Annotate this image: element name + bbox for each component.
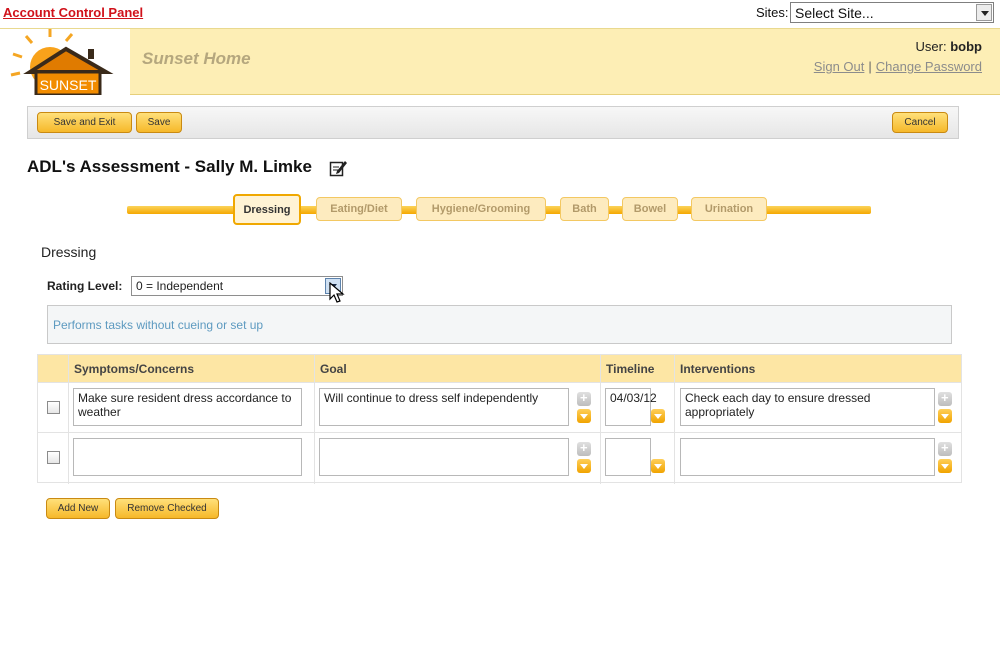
- tab-bath[interactable]: Bath: [560, 197, 609, 221]
- add-intervention-icon[interactable]: [938, 390, 952, 406]
- rating-level-label: Rating Level:: [47, 279, 123, 293]
- mouse-cursor-icon: [329, 282, 345, 303]
- chevron-down-icon[interactable]: [976, 4, 992, 21]
- intervention-dropdown-icon[interactable]: [938, 409, 952, 423]
- intervention-dropdown-icon[interactable]: [938, 459, 952, 473]
- table-header: Symptoms/Concerns Goal Timeline Interven…: [38, 355, 961, 382]
- row-checkbox[interactable]: [47, 451, 60, 464]
- goal-dropdown-icon[interactable]: [577, 409, 591, 423]
- add-intervention-icon[interactable]: [938, 440, 952, 456]
- row-checkbox[interactable]: [47, 401, 60, 414]
- header-timeline: Timeline: [606, 362, 655, 376]
- add-goal-icon[interactable]: [577, 440, 591, 456]
- user-info: User: bobp: [916, 39, 982, 54]
- goal-dropdown-icon[interactable]: [577, 459, 591, 473]
- goal-field[interactable]: [319, 438, 569, 476]
- action-toolbar: Save and Exit Save Cancel: [27, 106, 959, 139]
- section-title: Dressing: [41, 244, 97, 260]
- interventions-field[interactable]: Check each day to ensure dressed appropr…: [680, 388, 935, 426]
- timeline-field[interactable]: 04/03/12: [605, 388, 657, 426]
- remove-checked-button[interactable]: Remove Checked: [115, 498, 219, 519]
- sites-label: Sites:: [756, 5, 789, 20]
- add-new-button[interactable]: Add New: [46, 498, 110, 519]
- top-bar: Account Control Panel Sites: Select Site…: [0, 0, 1000, 28]
- header-banner: SUNSET Sunset Home User: bobp Sign Out | C…: [0, 28, 1000, 97]
- logo-text: SUNSET: [40, 77, 97, 93]
- date-picker-icon[interactable]: [651, 459, 665, 473]
- table-row: [38, 432, 961, 482]
- tab-urination[interactable]: Urination: [691, 197, 767, 221]
- header-symptoms: Symptoms/Concerns: [74, 362, 195, 376]
- symptoms-field[interactable]: [73, 438, 302, 476]
- save-button[interactable]: Save: [136, 112, 182, 133]
- tab-hygiene-grooming[interactable]: Hygiene/Grooming: [416, 197, 546, 221]
- page-title: ADL's Assessment - Sally M. Limke: [27, 157, 312, 176]
- add-goal-icon[interactable]: [577, 390, 591, 406]
- tab-bowel[interactable]: Bowel: [622, 197, 678, 221]
- cancel-button[interactable]: Cancel: [892, 112, 948, 133]
- rating-level-select[interactable]: 0 = Independent: [131, 276, 343, 296]
- sun-house-icon: SUNSET: [10, 29, 114, 97]
- table-row: Make sure resident dress accordance to w…: [38, 382, 961, 432]
- symptoms-field[interactable]: Make sure resident dress accordance to w…: [73, 388, 302, 426]
- assessment-table: Symptoms/Concerns Goal Timeline Interven…: [37, 354, 962, 484]
- save-and-exit-button[interactable]: Save and Exit: [37, 112, 132, 133]
- sunset-logo: SUNSET: [0, 29, 130, 97]
- date-picker-icon[interactable]: [651, 409, 665, 423]
- sign-out-link[interactable]: Sign Out: [814, 59, 865, 74]
- user-links: Sign Out | Change Password: [814, 59, 982, 74]
- sites-select-value: Select Site...: [795, 5, 874, 21]
- tab-dressing[interactable]: Dressing: [233, 194, 301, 225]
- app-name: Sunset Home: [142, 49, 251, 68]
- user-label: User:: [915, 39, 947, 54]
- link-separator: |: [868, 59, 872, 74]
- sites-select[interactable]: Select Site...: [790, 2, 994, 23]
- edit-icon[interactable]: [329, 159, 347, 177]
- rating-description-box: Performs tasks without cueing or set up: [47, 305, 952, 344]
- rating-level-value: 0 = Independent: [136, 279, 224, 293]
- interventions-field[interactable]: [680, 438, 935, 476]
- timeline-field[interactable]: [605, 438, 651, 476]
- goal-field[interactable]: Will continue to dress self independentl…: [319, 388, 569, 426]
- user-name: bobp: [950, 39, 982, 54]
- tab-eating-diet[interactable]: Eating/Diet: [316, 197, 402, 221]
- header-interventions: Interventions: [680, 362, 756, 376]
- rating-description: Performs tasks without cueing or set up: [53, 318, 264, 332]
- change-password-link[interactable]: Change Password: [876, 59, 982, 74]
- header-goal: Goal: [320, 362, 347, 376]
- account-control-panel-link[interactable]: Account Control Panel: [3, 5, 143, 20]
